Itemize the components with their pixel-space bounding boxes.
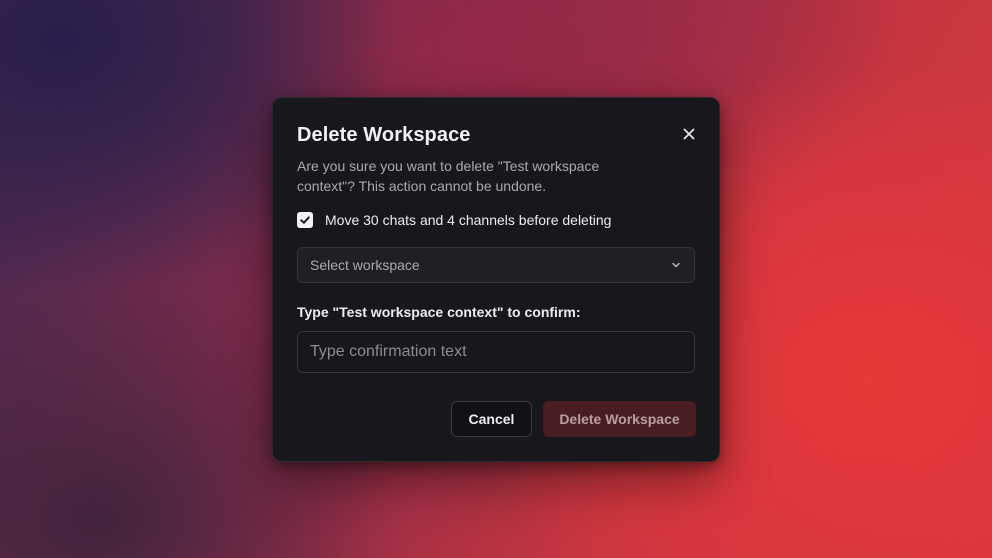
move-chats-label: Move 30 chats and 4 channels before dele… <box>325 212 612 228</box>
chevron-down-icon <box>672 262 680 268</box>
close-icon <box>683 128 695 140</box>
close-button[interactable] <box>679 124 699 144</box>
delete-workspace-button[interactable]: Delete Workspace <box>543 401 696 437</box>
confirm-label-suffix: to confirm: <box>503 304 581 320</box>
confirm-label-target: "Test workspace context" <box>332 304 504 320</box>
workspace-select-value: Select workspace <box>310 257 420 273</box>
confirmation-text-input[interactable] <box>297 331 695 373</box>
delete-workspace-dialog: Delete Workspace Are you sure you want t… <box>272 97 720 462</box>
confirm-label-prefix: Type <box>297 304 333 320</box>
move-chats-option: Move 30 chats and 4 channels before dele… <box>297 212 611 228</box>
dialog-description: Are you sure you want to delete "Test wo… <box>297 158 600 194</box>
check-icon <box>300 216 310 224</box>
move-chats-checkbox[interactable] <box>297 212 313 228</box>
confirm-label: Type "Test workspace context" to confirm… <box>297 304 581 320</box>
dialog-title: Delete Workspace <box>297 124 471 146</box>
cancel-button[interactable]: Cancel <box>451 401 532 437</box>
workspace-select[interactable]: Select workspace <box>297 247 695 283</box>
